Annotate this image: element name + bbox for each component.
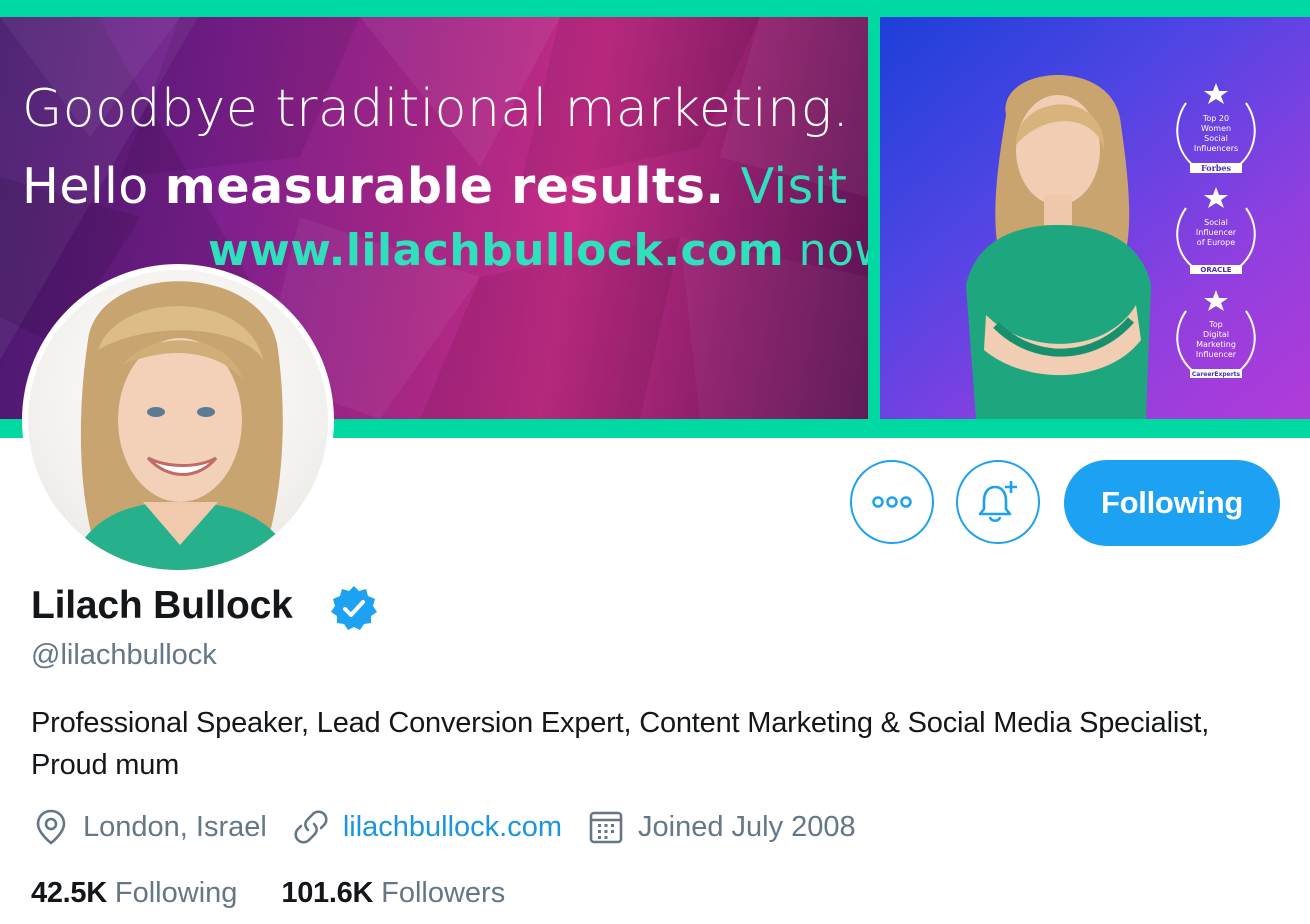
following-count: 42.5K <box>31 876 107 909</box>
profile-handle: @lilachbullock <box>31 639 217 671</box>
calendar-icon <box>586 807 626 847</box>
more-options-button[interactable] <box>850 460 934 544</box>
profile-stats: 42.5K Following 101.6K Followers <box>31 872 549 914</box>
profile-bio: Professional Speaker, Lead Conversion Ex… <box>31 707 1210 781</box>
award-badges-image: Top 20 Women Social Influencers Social I… <box>1176 83 1256 378</box>
location-item: London, Israel <box>31 807 267 847</box>
following-button[interactable]: Following <box>1064 460 1280 546</box>
location-icon <box>31 807 71 847</box>
avatar-image <box>28 270 328 570</box>
profile-avatar[interactable] <box>22 264 334 576</box>
profile-meta-row: London, Israel lilachbullock.com Joined … <box>31 804 880 850</box>
svg-text:ORACLE: ORACLE <box>1200 266 1231 274</box>
svg-text:Influencer: Influencer <box>1196 228 1237 237</box>
link-icon <box>291 807 331 847</box>
followers-count: 101.6K <box>281 876 374 909</box>
followers-stat-link[interactable]: 101.6K Followers <box>281 877 505 910</box>
award-1-text: Top 20 <box>1202 114 1229 123</box>
svg-text:Marketing: Marketing <box>1196 340 1236 349</box>
avatar-portrait <box>68 281 296 570</box>
location-text: London, Israel <box>83 810 267 843</box>
svg-text:of Europe: of Europe <box>1197 238 1235 247</box>
website-item[interactable]: lilachbullock.com <box>291 807 562 847</box>
svg-text:Influencers: Influencers <box>1194 144 1238 153</box>
svg-text:Women: Women <box>1201 124 1231 133</box>
banner-headline: Goodbye traditional marketing. <box>22 79 850 139</box>
verified-badge-icon <box>331 586 377 630</box>
following-stat-link[interactable]: 42.5K Following <box>31 877 237 910</box>
banner-photo-panel: Top 20 Women Social Influencers Social I… <box>880 17 1310 419</box>
svg-text:Social: Social <box>1204 134 1228 143</box>
following-label: Following <box>114 876 238 909</box>
joined-text: Joined July 2008 <box>638 810 856 843</box>
banner-url-line: www.lilachbullock.com now! <box>208 225 868 276</box>
banner-portrait-image <box>966 75 1151 419</box>
svg-text:Digital: Digital <box>1203 330 1229 339</box>
website-link[interactable]: lilachbullock.com <box>343 811 562 844</box>
svg-text:Influencer: Influencer <box>1196 350 1237 359</box>
svg-text:Top: Top <box>1208 320 1223 329</box>
notification-add-icon <box>978 481 1017 523</box>
more-icon <box>872 496 912 508</box>
joined-item: Joined July 2008 <box>586 807 856 847</box>
svg-text:Forbes: Forbes <box>1201 163 1231 173</box>
profile-display-name: Lilach Bullock <box>31 584 293 627</box>
svg-text:CareerExperts: CareerExperts <box>1192 371 1241 378</box>
followers-label: Followers <box>381 876 506 909</box>
svg-text:Social: Social <box>1204 218 1228 227</box>
notifications-toggle-button[interactable] <box>956 460 1040 544</box>
banner-subheadline: Hello measurable results. Visit <box>22 158 848 215</box>
